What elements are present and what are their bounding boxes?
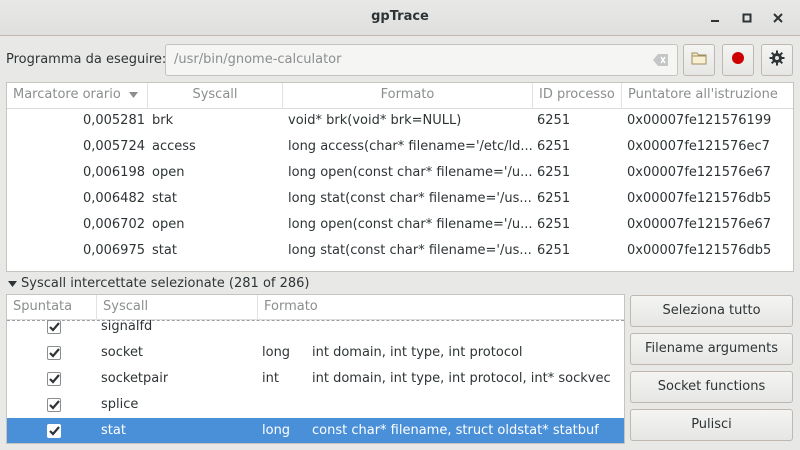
gear-icon (769, 50, 785, 70)
trace-table[interactable]: Marcatore orario Syscall Formato ID proc… (6, 82, 794, 272)
column-header-ip[interactable]: Puntatore all'istruzione (622, 83, 793, 109)
table-row[interactable]: 0,006482 stat long stat(const char* file… (7, 186, 793, 212)
window-title: gpTrace (371, 9, 429, 24)
checkbox-socketpair[interactable] (47, 372, 61, 386)
cell-pid: 6251 (537, 165, 571, 180)
syscall-expander[interactable]: Syscall intercettate selezionate (281 of… (8, 276, 310, 291)
table-row[interactable]: 0,006702 open long open(const char* file… (7, 212, 793, 238)
cell-format: void* brk(void* brk=NULL) (288, 113, 462, 128)
syscall-return-type: int (262, 371, 279, 386)
checkbox-stat[interactable] (47, 424, 61, 438)
cell-pid: 6251 (537, 191, 571, 206)
folder-icon (691, 51, 707, 69)
cell-syscall: stat (152, 243, 177, 258)
syscall-name: signalfd (101, 319, 153, 334)
checkbox-signalfd[interactable] (47, 320, 61, 334)
close-icon[interactable] (768, 8, 788, 28)
syscall-arguments: const char* filename, struct oldstat* st… (312, 423, 599, 438)
syscall-arguments: int domain, int type, int protocol, int*… (312, 371, 611, 386)
cell-ip: 0x00007fe121576e67 (627, 165, 772, 180)
cell-format: long stat(const char* filename='/us... (288, 191, 532, 206)
list-item-selected[interactable]: stat long const char* filename, struct o… (7, 418, 624, 443)
cell-format: long open(const char* filename='/u... (288, 217, 533, 232)
program-input-value: /usr/bin/gnome-calculator (174, 52, 342, 67)
cell-timestamp: 0,006198 (82, 165, 145, 180)
title-bar: gpTrace (0, 0, 800, 36)
syscall-return-type: long (262, 345, 291, 360)
syscall-selection-table[interactable]: Spuntata Syscall Formato signalfd socket… (6, 294, 625, 444)
record-button[interactable] (722, 44, 754, 76)
table-row[interactable]: 0,006975 stat long stat(const char* file… (7, 238, 793, 264)
settings-button[interactable] (761, 44, 793, 76)
cell-timestamp: 0,006702 (82, 217, 145, 232)
column-header-timestamp[interactable]: Marcatore orario (7, 83, 148, 109)
cell-pid: 6251 (537, 139, 571, 154)
open-file-button[interactable] (683, 44, 715, 76)
cell-pid: 6251 (537, 217, 571, 232)
cell-ip: 0x00007fe121576ec7 (627, 139, 770, 154)
filename-arguments-button[interactable]: Filename arguments (630, 333, 793, 365)
column-header-syscall[interactable]: Syscall (148, 83, 283, 109)
cell-format: long stat(const char* filename='/us... (288, 243, 532, 258)
maximize-icon[interactable] (737, 8, 757, 28)
cell-syscall: access (152, 139, 196, 154)
cell-timestamp: 0,006975 (82, 243, 145, 258)
cell-ip: 0x00007fe121576db5 (627, 191, 772, 206)
cell-pid: 6251 (537, 243, 571, 258)
list-item[interactable]: socket long int domain, int type, int pr… (7, 340, 624, 366)
table-row[interactable]: 0,006198 open long open(const char* file… (7, 160, 793, 186)
record-icon (730, 50, 746, 70)
cell-syscall: stat (152, 191, 177, 206)
expander-arrow-icon (8, 276, 17, 291)
cell-timestamp: 0,005281 (82, 113, 145, 128)
cell-ip: 0x00007fe121576db5 (627, 243, 772, 258)
cell-timestamp: 0,005724 (82, 139, 145, 154)
syscall-name: socketpair (101, 371, 169, 386)
program-label: Programma da eseguire: (6, 52, 167, 67)
cell-syscall: open (152, 165, 185, 180)
list-item[interactable]: signalfd (7, 314, 624, 340)
syscall-name: stat (101, 423, 126, 438)
list-item[interactable]: socketpair int int domain, int type, int… (7, 366, 624, 392)
program-input[interactable]: /usr/bin/gnome-calculator (165, 44, 678, 76)
syscall-name: splice (101, 397, 139, 412)
cell-ip: 0x00007fe121576e67 (627, 217, 772, 232)
list-item[interactable]: splice (7, 392, 624, 418)
cell-format: long access(char* filename='/etc/ld... (288, 139, 533, 154)
cell-format: long open(const char* filename='/u... (288, 165, 533, 180)
syscall-arguments: int domain, int type, int protocol (312, 345, 523, 360)
cell-syscall: brk (152, 113, 174, 128)
expander-label: Syscall intercettate selezionate (281 of… (21, 276, 310, 291)
cell-syscall: open (152, 217, 185, 232)
table-row[interactable]: 0,005281 brk void* brk(void* brk=NULL) 6… (7, 108, 793, 134)
checkbox-socket[interactable] (47, 346, 61, 360)
cell-pid: 6251 (537, 113, 571, 128)
cell-timestamp: 0,006482 (82, 191, 145, 206)
trace-table-header: Marcatore orario Syscall Formato ID proc… (7, 83, 793, 109)
checkbox-splice[interactable] (47, 398, 61, 412)
clear-icon[interactable] (653, 53, 669, 67)
syscall-name: socket (101, 345, 144, 360)
select-all-button[interactable]: Seleziona tutto (630, 295, 793, 327)
socket-functions-button[interactable]: Socket functions (630, 371, 793, 403)
cell-ip: 0x00007fe121576199 (627, 113, 772, 128)
column-header-pid[interactable]: ID processo (533, 83, 622, 109)
column-header-format[interactable]: Formato (283, 83, 533, 109)
minimize-icon[interactable] (705, 8, 725, 28)
syscall-return-type: long (262, 423, 291, 438)
table-row[interactable]: 0,005724 access long access(char* filena… (7, 134, 793, 160)
chevron-down-icon (128, 83, 138, 107)
clear-button[interactable]: Pulisci (630, 409, 793, 441)
